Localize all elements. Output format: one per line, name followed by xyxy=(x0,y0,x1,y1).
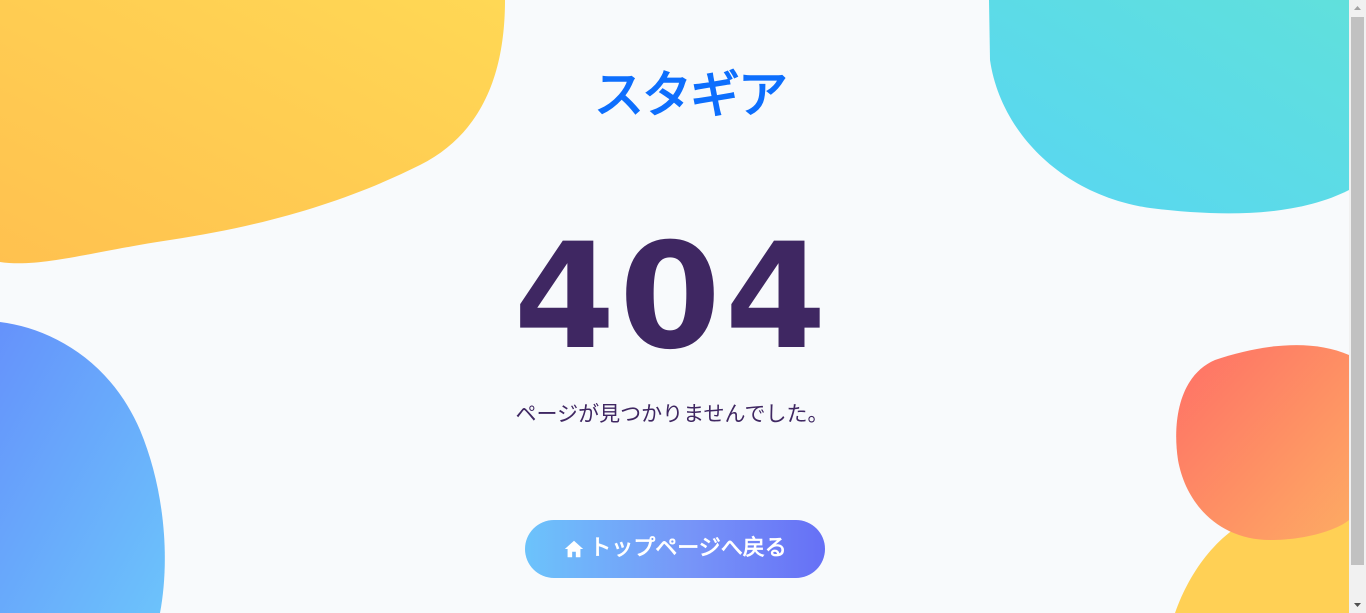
scrollbar-thumb[interactable] xyxy=(1351,17,1364,565)
error-code: 404 xyxy=(513,212,831,382)
site-logo[interactable]: スタギア xyxy=(594,66,788,124)
blob-bottom-left xyxy=(0,322,165,613)
vertical-scrollbar[interactable] xyxy=(1349,0,1366,613)
blob-top-right xyxy=(989,0,1349,214)
home-icon xyxy=(563,538,585,560)
not-found-page: スタギア 404 ページが見つかりませんでした。 トップページへ戻る xyxy=(0,0,1349,613)
scroll-up-arrow-icon[interactable] xyxy=(1349,0,1366,17)
scroll-down-arrow-icon[interactable] xyxy=(1349,596,1366,613)
error-message: ページが見つかりませんでした。 xyxy=(515,402,829,426)
browser-viewport: スタギア 404 ページが見つかりませんでした。 トップページへ戻る xyxy=(0,0,1366,613)
blob-top-left xyxy=(0,0,505,264)
back-to-top-label: トップページへ戻る xyxy=(589,536,787,561)
back-to-top-button[interactable]: トップページへ戻る xyxy=(525,520,825,578)
blob-bottom-right-coral xyxy=(1176,345,1349,540)
